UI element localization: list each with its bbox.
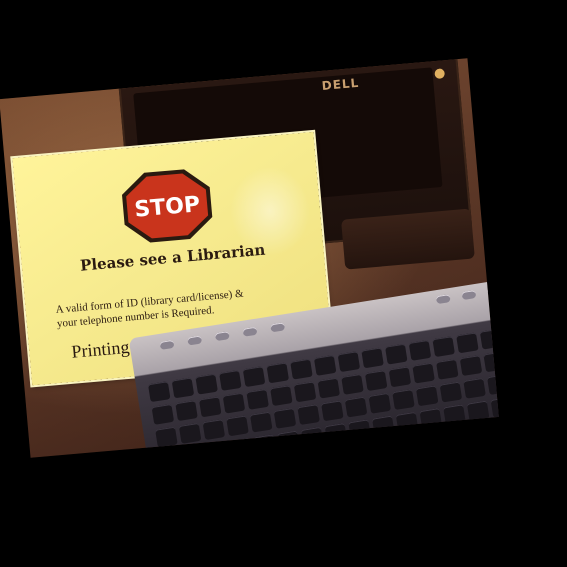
key xyxy=(479,328,499,350)
key xyxy=(270,385,293,407)
media-key xyxy=(435,294,451,305)
key xyxy=(253,434,277,456)
media-key xyxy=(242,326,258,337)
key xyxy=(158,449,182,458)
key xyxy=(364,370,388,392)
key xyxy=(344,396,368,418)
key xyxy=(490,396,499,418)
key xyxy=(487,374,499,395)
key-rows xyxy=(147,326,499,458)
key xyxy=(182,445,206,458)
media-keys-right xyxy=(435,285,499,305)
key xyxy=(412,362,435,384)
key xyxy=(324,423,348,444)
key xyxy=(432,336,455,358)
key xyxy=(443,404,466,426)
key xyxy=(466,400,490,422)
media-key xyxy=(487,285,499,297)
key xyxy=(317,377,341,399)
key xyxy=(361,347,384,369)
key xyxy=(171,377,195,399)
key xyxy=(147,381,171,403)
key xyxy=(300,426,324,448)
key xyxy=(246,388,269,410)
key xyxy=(290,358,313,380)
key xyxy=(222,392,246,414)
key xyxy=(249,411,273,433)
key xyxy=(368,392,392,414)
key xyxy=(155,426,178,448)
key xyxy=(384,343,408,365)
key xyxy=(219,369,242,391)
key xyxy=(313,354,337,376)
key xyxy=(321,400,344,422)
key xyxy=(456,332,479,354)
key xyxy=(226,415,249,437)
key xyxy=(178,422,202,444)
key xyxy=(408,339,432,361)
key xyxy=(483,351,499,373)
key xyxy=(439,381,463,403)
key xyxy=(348,419,371,441)
key xyxy=(202,419,226,441)
key xyxy=(293,381,317,403)
media-key xyxy=(270,322,286,333)
power-button-icon xyxy=(434,68,446,80)
key xyxy=(175,400,198,422)
media-key xyxy=(187,335,203,346)
key xyxy=(337,351,361,373)
photo: DELL STOP Please see a Librarian A valid… xyxy=(0,58,499,458)
stop-sign-icon: STOP xyxy=(118,165,216,247)
key xyxy=(151,403,175,425)
media-key xyxy=(159,339,175,350)
key xyxy=(435,358,459,380)
key xyxy=(392,389,415,411)
key xyxy=(388,366,412,388)
key xyxy=(419,408,443,429)
media-key xyxy=(214,331,230,342)
key xyxy=(198,396,222,418)
key xyxy=(266,362,290,384)
key xyxy=(273,407,297,429)
key xyxy=(297,404,320,426)
key xyxy=(463,377,486,399)
light-glare xyxy=(226,162,314,260)
key xyxy=(195,373,218,395)
key xyxy=(341,373,364,395)
image-canvas: DELL STOP Please see a Librarian A valid… xyxy=(0,0,567,567)
key xyxy=(206,441,229,458)
key xyxy=(277,430,300,452)
media-key xyxy=(461,289,477,301)
key xyxy=(229,438,253,458)
key xyxy=(395,411,419,433)
key xyxy=(415,385,439,407)
key xyxy=(242,366,266,388)
key xyxy=(372,415,395,437)
key xyxy=(459,355,483,377)
